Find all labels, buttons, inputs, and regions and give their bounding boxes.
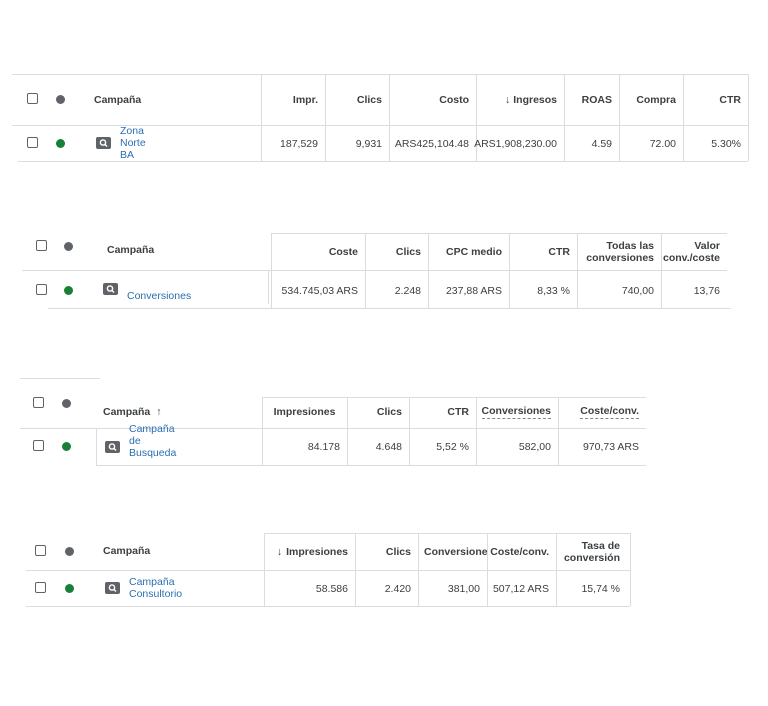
search-campaign-icon <box>105 441 120 453</box>
header-campaign[interactable]: Campaña <box>94 90 141 110</box>
status-enabled-icon <box>65 584 74 593</box>
header-impressions[interactable]: Impresiones <box>262 402 347 422</box>
campaign-link-zona-norte[interactable]: Zona Norte BA <box>120 125 146 161</box>
cost-value: 534.745,03 ARS <box>281 285 358 297</box>
conversions-value: 381,00 <box>447 583 480 595</box>
clicks-value: 2.248 <box>394 285 421 297</box>
header-campaign[interactable]: Campaña <box>103 541 150 561</box>
conversion-rate-value: 15,74 % <box>581 583 620 595</box>
cost-value: ARS425,104.48 <box>394 138 469 150</box>
header-impressions[interactable]: ↓ Impresiones <box>264 542 355 562</box>
row-checkbox[interactable] <box>35 582 46 593</box>
header-clicks[interactable]: Clics <box>355 542 418 562</box>
header-campaign[interactable]: Campaña <box>107 240 154 260</box>
header-cost-per-conv[interactable]: Coste/conv. <box>487 542 556 562</box>
header-avg-cpc[interactable]: CPC medio <box>428 242 509 262</box>
status-header-icon <box>56 95 65 104</box>
conv-value-cost-value: 13,76 <box>693 285 720 297</box>
purchase-value: 72.00 <box>649 138 676 150</box>
header-all-conversions[interactable]: Todas las conversiones <box>577 239 661 265</box>
revenue-value: ARS1,908,230.00 <box>474 138 557 150</box>
sort-up-icon: ↑ <box>156 406 162 418</box>
search-campaign-icon <box>103 283 118 295</box>
status-header-icon <box>62 399 71 408</box>
header-conversions[interactable]: Conversiones <box>476 402 558 422</box>
row-checkbox[interactable] <box>33 440 44 451</box>
header-conv-value-cost[interactable]: Valor conv./coste <box>661 239 727 265</box>
header-conversions[interactable]: Conversiones <box>418 542 487 562</box>
header-cost[interactable]: Costo <box>389 90 476 110</box>
header-clicks[interactable]: Clics <box>325 90 389 110</box>
header-roas[interactable]: ROAS <box>564 90 619 110</box>
row-checkbox[interactable] <box>27 137 38 148</box>
header-conversion-rate[interactable]: Tasa de conversión <box>556 539 630 565</box>
header-clicks[interactable]: Clics <box>365 242 428 262</box>
impressions-value: 58.586 <box>315 583 348 595</box>
header-ctr[interactable]: CTR <box>683 90 748 110</box>
clicks-value: 2.420 <box>384 583 411 595</box>
status-enabled-icon <box>64 286 73 295</box>
sort-down-icon: ↓ <box>276 546 283 558</box>
roas-value: 4.59 <box>591 138 612 150</box>
search-campaign-icon <box>105 582 120 594</box>
status-header-icon <box>65 547 74 556</box>
header-clicks[interactable]: Clics <box>347 402 409 422</box>
cost-per-conv-value: 507,12 ARS <box>492 583 549 595</box>
search-campaign-icon <box>96 137 111 149</box>
ctr-value: 8,33 % <box>537 285 570 297</box>
header-impressions[interactable]: Impr. <box>261 90 325 110</box>
select-all-checkbox[interactable] <box>35 545 46 556</box>
conversions-value: 582,00 <box>518 441 551 453</box>
impressions-value: 187,529 <box>280 138 318 150</box>
select-all-checkbox[interactable] <box>36 240 47 251</box>
cost-per-conv-value: 970,73 ARS <box>582 441 639 453</box>
header-revenue[interactable]: ↓ Ingresos <box>476 90 564 110</box>
status-header-icon <box>64 242 73 251</box>
header-ctr[interactable]: CTR <box>409 402 476 422</box>
ctr-value: 5.30% <box>711 138 741 150</box>
header-campaign[interactable]: Campaña ↑ <box>103 402 162 422</box>
sort-down-icon: ↓ <box>504 94 511 106</box>
select-all-checkbox[interactable] <box>27 93 38 104</box>
status-enabled-icon <box>62 442 71 451</box>
header-ctr[interactable]: CTR <box>509 242 577 262</box>
clicks-value: 4.648 <box>375 441 402 453</box>
ctr-value: 5,52 % <box>436 441 469 453</box>
campaign-link-busqueda[interactable]: Campaña de Busqueda <box>129 423 176 459</box>
header-purchase[interactable]: Compra <box>619 90 683 110</box>
status-enabled-icon <box>56 139 65 148</box>
row-checkbox[interactable] <box>36 284 47 295</box>
header-cost[interactable]: Coste <box>271 242 365 262</box>
all-conversions-value: 740,00 <box>621 285 654 297</box>
select-all-checkbox[interactable] <box>33 397 44 408</box>
header-cost-per-conv[interactable]: Coste/conv. <box>558 402 646 422</box>
avg-cpc-value: 237,88 ARS <box>445 285 502 297</box>
clicks-value: 9,931 <box>355 138 382 150</box>
campaign-link-conversiones[interactable]: Conversiones <box>127 286 191 306</box>
campaign-link-consultorio[interactable]: Campaña Consultorio <box>129 576 182 600</box>
impressions-value: 84.178 <box>307 441 340 453</box>
